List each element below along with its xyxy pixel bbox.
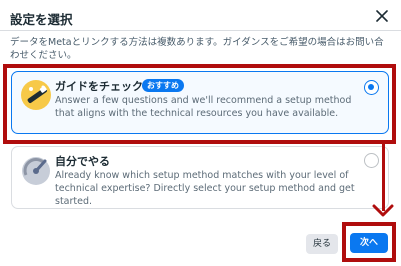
next-button[interactable]: 次へ xyxy=(350,233,388,253)
option-self-setup[interactable]: 自分でやる Already know which setup method ma… xyxy=(11,146,389,209)
setup-dialog: 設定を選択 データをMetaとリンクする方法は複数あります。ガイダンスをご希望の… xyxy=(0,0,401,266)
arrow-down-icon xyxy=(372,204,394,217)
annotation-highlight-box xyxy=(3,64,396,144)
radio-unselected[interactable] xyxy=(364,153,379,168)
dialog-description: データをMetaとリンクする方法は複数あります。ガイダンスをご希望の場合はお問い… xyxy=(10,37,384,61)
dialog-title: 設定を選択 xyxy=(10,12,73,27)
annotation-arrow-line xyxy=(382,144,385,211)
gauge-icon xyxy=(22,157,50,185)
option-description: Already know which setup method matches … xyxy=(55,170,355,207)
close-icon[interactable] xyxy=(373,7,391,25)
back-button[interactable]: 戻る xyxy=(306,234,338,254)
annotation-next-box: 次へ xyxy=(342,222,396,262)
option-title: 自分でやる xyxy=(55,155,110,168)
title-divider xyxy=(0,30,401,31)
